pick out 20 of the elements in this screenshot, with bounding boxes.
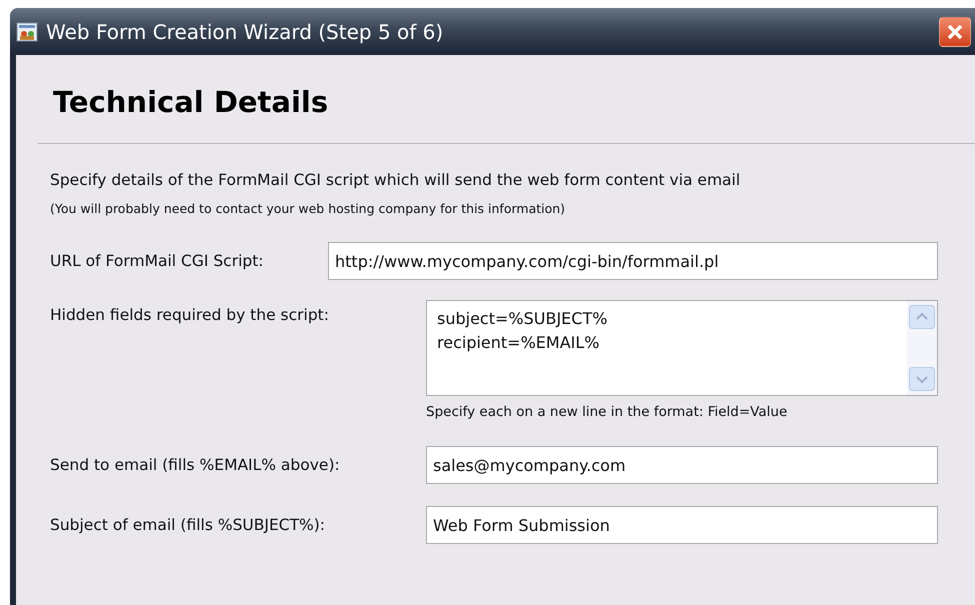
text-line: subject=%SUBJECT% <box>437 308 608 330</box>
scroll-down-icon[interactable] <box>909 367 935 391</box>
text-field[interactable]: sales@mycompany.com <box>426 446 938 484</box>
description-text: Specify details of the FormMail CGI script which will send the web form content via email <box>50 171 742 189</box>
window-title: Web Form Creation Wizard (Step 5 of 6) <box>46 20 444 44</box>
app-icon <box>16 20 38 42</box>
url-field[interactable]: http://www.mycompany.com/cgi-bin/formmail.pl <box>328 242 938 280</box>
page-heading: Technical Details <box>52 84 330 121</box>
scroll-up-icon[interactable] <box>909 305 935 329</box>
field-label: URL of FormMail CGI Script: <box>50 252 265 270</box>
text-line: recipient=%EMAIL% <box>437 332 600 354</box>
field-label: Hidden fields required by the script: <box>50 305 330 326</box>
text-field[interactable]: Web Form Submission <box>426 506 938 544</box>
close-button[interactable] <box>939 16 971 46</box>
text-area[interactable]: subject=%SUBJECT% recipient=%EMAIL% <box>426 300 938 396</box>
hint-text: Specify each on a new line in the format: Field=Value <box>426 404 788 420</box>
note-text: (You will probably need to contact your web hosting company for this information) <box>50 201 566 216</box>
field-label: Subject of email (fills %SUBJECT%): <box>50 516 326 534</box>
field-label: Send to email (fills %EMAIL% above): <box>50 456 341 474</box>
close-icon <box>946 22 964 40</box>
